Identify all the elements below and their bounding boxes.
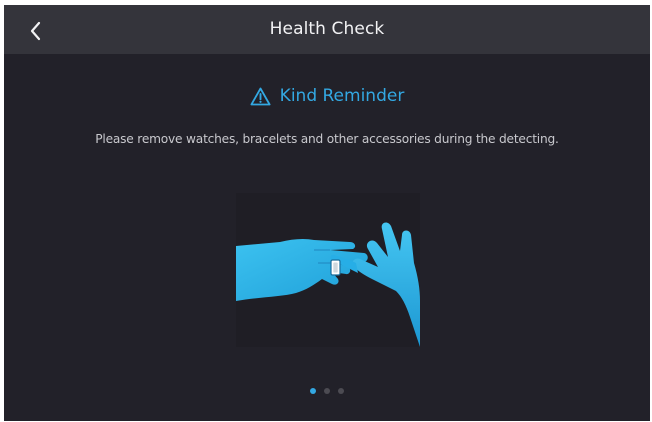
pagination-dot-1[interactable]	[310, 388, 316, 394]
reminder-title: Kind Reminder	[279, 86, 405, 106]
hands-removing-ring-illustration	[236, 193, 420, 347]
pagination-dots	[4, 388, 650, 398]
header-bar: Health Check	[4, 5, 650, 54]
warning-triangle-icon	[250, 87, 271, 105]
reminder-heading: Kind Reminder	[4, 83, 650, 109]
page-title: Health Check	[269, 19, 385, 39]
pagination-dot-2[interactable]	[324, 388, 330, 394]
chevron-left-icon	[30, 21, 41, 41]
back-button[interactable]	[18, 13, 54, 49]
pagination-dot-3[interactable]	[338, 388, 344, 394]
health-check-screen: Health Check Kind Reminder Please remove…	[4, 5, 650, 421]
reminder-message: Please remove watches, bracelets and oth…	[95, 132, 559, 146]
